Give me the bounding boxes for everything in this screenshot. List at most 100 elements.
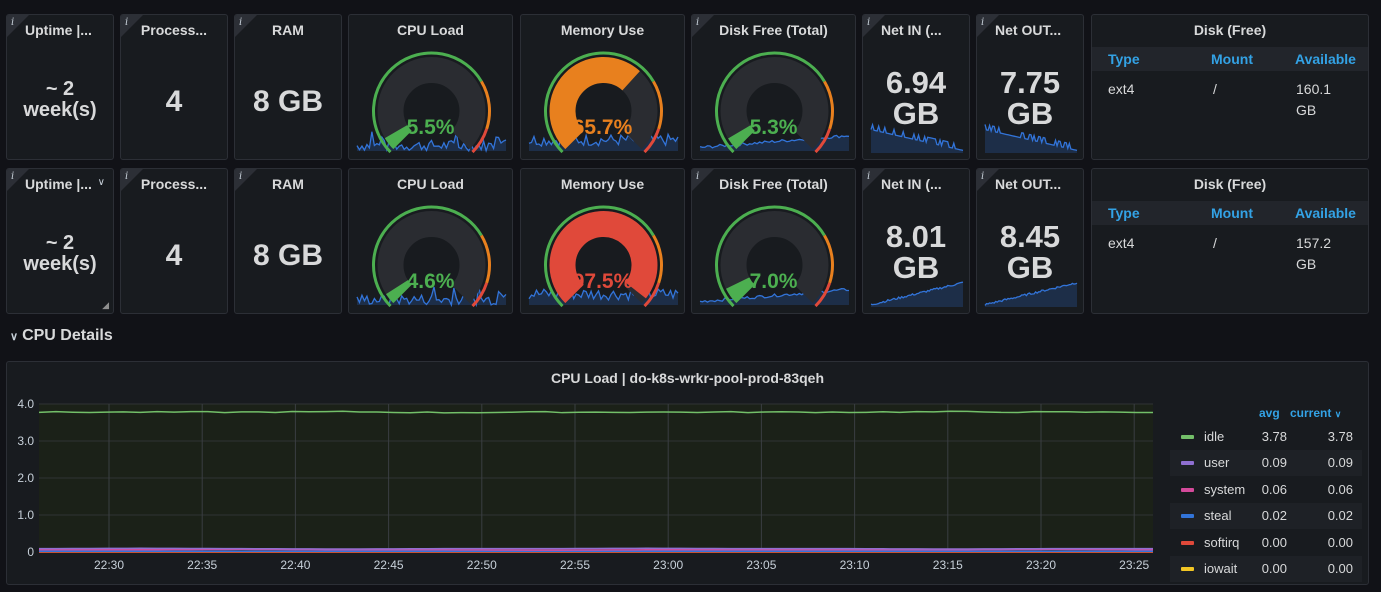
legend-swatch [1181, 435, 1194, 439]
panel-title: RAM [272, 22, 304, 38]
gauge-value: 65.7% [572, 116, 633, 139]
net-out-panel[interactable]: i Net OUT... 7.75 GB [976, 14, 1084, 160]
legend-current: 0.02 [1327, 508, 1353, 524]
y-tick-label: 1.0 [17, 508, 34, 522]
x-tick-label: 23:15 [933, 558, 963, 572]
y-tick-label: 2.0 [17, 471, 34, 485]
panel-title: Process... [140, 22, 208, 38]
panel-title: Disk (Free) [1193, 22, 1267, 38]
legend-header-current[interactable]: current ∨ [1290, 406, 1341, 420]
legend-avg: 0.00 [1261, 534, 1287, 550]
cell-mount: / [1213, 235, 1217, 251]
cell-available: 160.1 GB [1296, 81, 1332, 118]
legend-item-softirq[interactable]: softirq 0.00 0.00 [1170, 530, 1362, 556]
legend-name[interactable]: iowait [1204, 561, 1237, 576]
uptime-panel[interactable]: i Uptime |... ~ 2 week(s) [6, 14, 114, 160]
net-in-panel[interactable]: i Net IN (... 8.01 GB [862, 168, 970, 314]
info-icon[interactable]: i [11, 171, 14, 182]
cpu-load-gauge-panel[interactable]: CPU Load 5.5% [348, 14, 513, 160]
legend-name[interactable]: system [1204, 482, 1245, 497]
x-tick-label: 22:30 [94, 558, 124, 572]
cpu-load-gauge-panel[interactable]: CPU Load 4.6% [348, 168, 513, 314]
y-tick-label: 3.0 [17, 434, 34, 448]
legend-name[interactable]: user [1204, 455, 1229, 470]
legend-avg: 0.00 [1261, 561, 1287, 576]
legend-item-iowait[interactable]: iowait 0.00 0.00 [1170, 556, 1362, 582]
x-tick-label: 23:20 [1026, 558, 1056, 572]
table-header: Type Mount Available [1092, 201, 1368, 225]
legend-current: 0.09 [1327, 455, 1353, 471]
legend-current: 3.78 [1327, 429, 1353, 444]
disk-table: Type Mount Available ext4 / 157.2 GB [1092, 201, 1368, 272]
memory-use-gauge-panel[interactable]: Memory Use 65.7% [520, 14, 685, 160]
y-tick-label: 4.0 [17, 397, 34, 411]
ram-value: 8 GB [252, 239, 324, 272]
net-out-panel[interactable]: i Net OUT... 8.45 GB [976, 168, 1084, 314]
disk-table: Type Mount Available ext4 / 160.1 GB [1092, 47, 1368, 118]
panel-menu-chevron-icon[interactable]: ∨ [98, 177, 105, 188]
legend-swatch [1181, 567, 1194, 571]
ram-value: 8 GB [252, 85, 324, 118]
legend-swatch [1181, 540, 1194, 545]
panel-title: RAM [272, 176, 304, 192]
processors-panel[interactable]: i Process... 4 [120, 14, 228, 160]
column-header-available[interactable]: Available [1295, 205, 1356, 221]
resize-handle-icon[interactable]: ◢ [102, 300, 109, 311]
legend-header-avg[interactable]: avg [1259, 406, 1280, 420]
x-tick-label: 22:45 [374, 558, 404, 572]
sort-desc-icon: ∨ [1334, 409, 1342, 419]
legend-swatch [1181, 514, 1194, 519]
memory-use-gauge-panel[interactable]: Memory Use 97.5% [520, 168, 685, 314]
column-header-type[interactable]: Type [1108, 205, 1140, 221]
column-header-available[interactable]: Available [1295, 51, 1356, 67]
ram-panel[interactable]: i RAM 8 GB [234, 168, 342, 314]
column-header-mount[interactable]: Mount [1211, 205, 1253, 221]
x-tick-label: 23:25 [1119, 558, 1149, 572]
legend-avg: 0.09 [1261, 455, 1287, 471]
legend-current: 0.00 [1327, 561, 1353, 576]
column-header-type[interactable]: Type [1108, 51, 1140, 67]
legend-name[interactable]: steal [1204, 508, 1231, 523]
cell-mount: / [1213, 81, 1217, 97]
net-out-value: 7.75 GB [999, 65, 1061, 131]
legend-current: 0.06 [1327, 481, 1353, 497]
column-header-mount[interactable]: Mount [1211, 51, 1253, 67]
gauge-value: 7.0% [749, 270, 798, 293]
net-in-panel[interactable]: i Net IN (... 6.94 GB [862, 14, 970, 160]
x-tick-label: 23:00 [653, 558, 683, 572]
x-tick-label: 22:40 [280, 558, 310, 572]
legend-swatch [1181, 487, 1194, 492]
processors-panel[interactable]: i Process... 4 [120, 168, 228, 314]
net-out-value: 8.45 GB [999, 219, 1061, 285]
legend-item-user[interactable]: user 0.09 0.09 [1170, 450, 1362, 477]
cpu-load-chart[interactable]: 0 1.0 2.0 3.0 4.0 22:30 22:35 22:40 22:45 22:50 22… [7, 362, 1167, 585]
legend-name[interactable]: softirq [1204, 535, 1239, 550]
legend-item-steal[interactable]: steal 0.02 0.02 [1170, 503, 1362, 530]
legend-item-system[interactable]: system 0.06 0.06 [1170, 477, 1362, 503]
legend-name[interactable]: idle [1204, 429, 1224, 444]
y-tick-label: 0 [27, 545, 34, 559]
cell-type: ext4 [1108, 235, 1135, 251]
uptime-value: ~ 2 week(s) [23, 232, 97, 275]
disk-free-gauge-panel[interactable]: i Disk Free (Total) 7.0% [691, 168, 856, 314]
panel-title: Disk (Free) [1193, 176, 1267, 192]
uptime-value: ~ 2 week(s) [23, 78, 97, 121]
cpu-load-graph-panel[interactable]: CPU Load | do-k8s-wrkr-pool-prod-83qeh 0… [6, 361, 1369, 585]
x-tick-label: 22:50 [467, 558, 497, 572]
disk-free-table-panel[interactable]: Disk (Free) Type Mount Available ext4 / … [1091, 14, 1369, 160]
sparkline-area [985, 283, 1077, 307]
legend-item-idle[interactable]: idle 3.78 3.78 [1170, 424, 1362, 450]
net-in-value: 6.94 GB [885, 65, 947, 131]
gauge-value: 4.6% [406, 270, 455, 293]
uptime-panel[interactable]: i Uptime |... ∨ ~ 2 week(s) ◢ [6, 168, 114, 314]
x-tick-label: 22:55 [560, 558, 590, 572]
info-icon[interactable]: i [11, 17, 14, 28]
panel-title: Process... [140, 176, 208, 192]
ram-panel[interactable]: i RAM 8 GB [234, 14, 342, 160]
row-collapse-toggle[interactable]: ∨ CPU Details [10, 327, 113, 345]
gauge-value: 97.5% [572, 270, 633, 293]
x-tick-label: 22:35 [187, 558, 217, 572]
cell-type: ext4 [1108, 81, 1135, 97]
disk-free-table-panel[interactable]: Disk (Free) Type Mount Available ext4 / … [1091, 168, 1369, 314]
disk-free-gauge-panel[interactable]: i Disk Free (Total) 5.3% [691, 14, 856, 160]
